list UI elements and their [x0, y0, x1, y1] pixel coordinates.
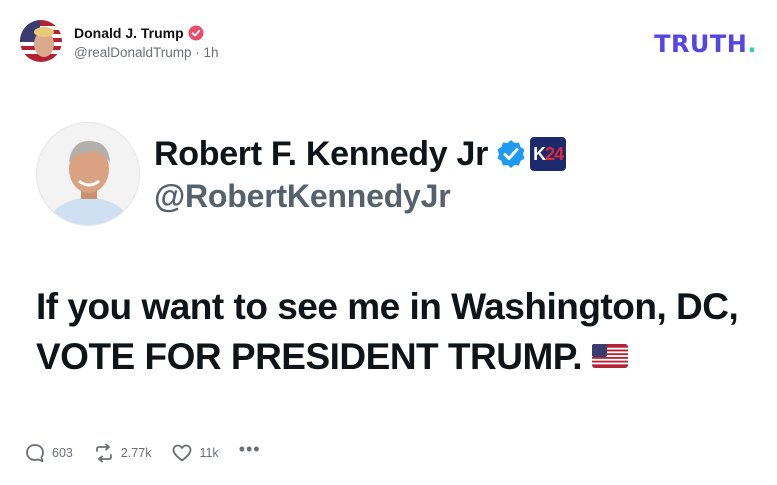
reply-count: 603 — [52, 446, 73, 460]
retruth-count: 2.77k — [120, 446, 152, 460]
retruth-icon — [95, 443, 112, 463]
more-options-icon[interactable]: ••• — [239, 439, 261, 460]
verified-check-icon — [497, 140, 525, 168]
separator: · — [195, 45, 200, 60]
embedded-text: If you want to see me in Washington, DC,… — [36, 282, 756, 382]
author-block: Donald J. Trump @realDonaldTrump · 1h — [74, 22, 219, 60]
k24-badge-icon: K 24 — [530, 137, 567, 171]
post-header: Donald J. Trump @realDonaldTrump · 1h — [20, 20, 219, 62]
heart-icon — [173, 444, 192, 462]
k24-badge-24: 24 — [545, 143, 564, 164]
author-name[interactable]: Donald J. Trump — [74, 25, 184, 41]
embedded-text-body: If you want to see me in Washington, DC,… — [36, 286, 739, 377]
handle-line: @realDonaldTrump · 1h — [74, 45, 219, 60]
author-handle[interactable]: @realDonaldTrump — [74, 45, 192, 60]
like-button[interactable]: 11k — [171, 442, 219, 464]
embedded-avatar — [36, 122, 140, 226]
embedded-name: Robert F. Kennedy Jr — [154, 134, 489, 173]
reply-icon — [26, 444, 44, 463]
like-count: 11k — [199, 446, 219, 460]
truth-logo[interactable]: TRUTH. — [654, 30, 757, 58]
embedded-avatar-image — [37, 123, 139, 225]
truth-logo-text: TRUTH — [654, 30, 748, 58]
embedded-handle: @RobertKennedyJr — [154, 178, 451, 214]
verified-badge-icon — [188, 25, 204, 41]
truth-logo-dot: . — [747, 30, 757, 58]
author-line: Donald J. Trump — [74, 22, 219, 44]
avatar-flag-image — [20, 20, 62, 62]
embedded-name-line: Robert F. Kennedy Jr K 24 — [154, 134, 567, 174]
retruth-button[interactable]: 2.77k — [93, 442, 152, 464]
k24-badge-k: K — [533, 143, 546, 164]
author-avatar[interactable] — [20, 20, 62, 62]
post-time[interactable]: 1h — [204, 45, 219, 60]
embedded-post-card: Robert F. Kennedy Jr K 24 @RobertKennedyJ… — [36, 122, 757, 422]
reply-button[interactable]: 603 — [24, 442, 73, 464]
us-flag-icon — [592, 344, 628, 369]
post-actions: 603 2.77k 11k ••• — [24, 439, 261, 464]
